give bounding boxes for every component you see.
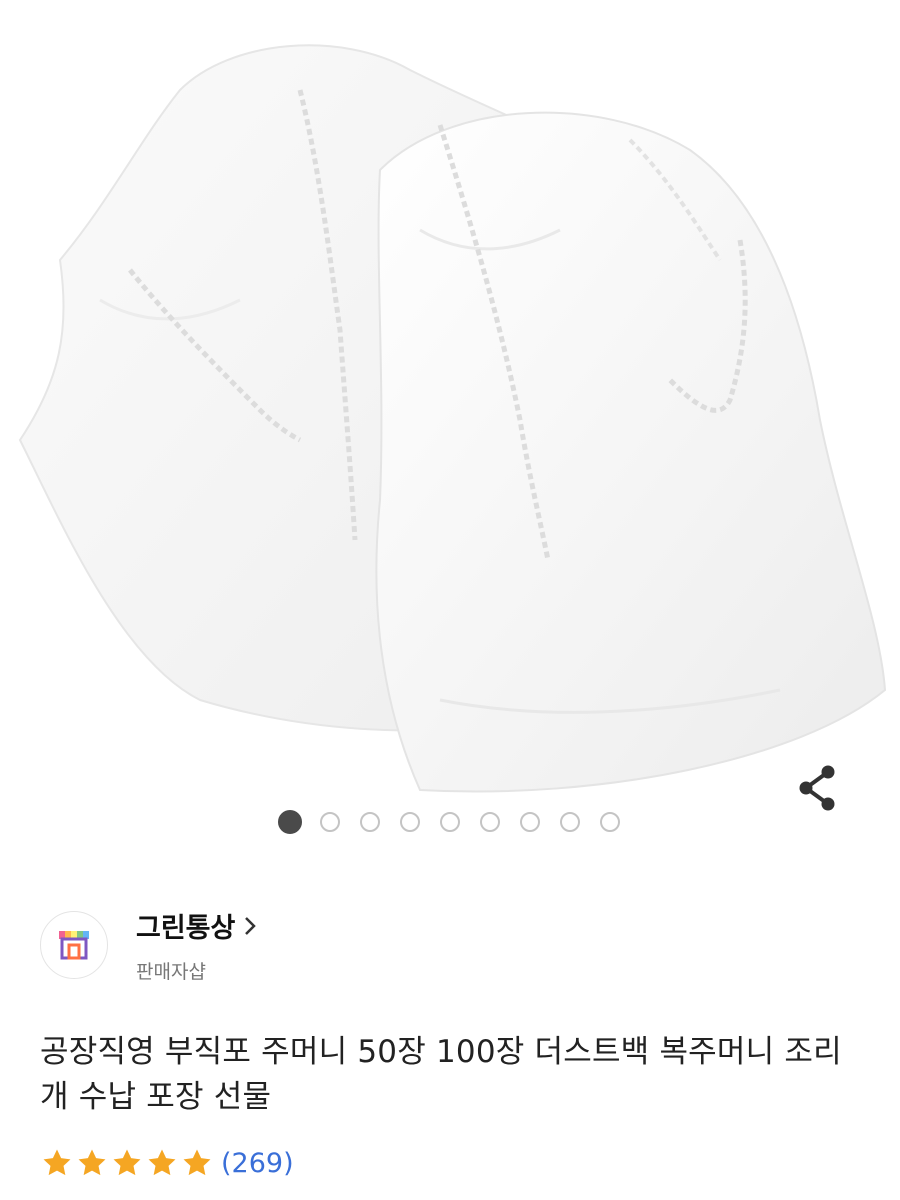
star-icon [78,1149,106,1176]
rating: (269) [40,1146,294,1180]
product-image[interactable] [0,0,900,850]
star-icon [43,1149,71,1176]
carousel-dot[interactable] [440,812,460,832]
carousel-dot[interactable] [520,812,540,832]
drawstring-pouches-illustration [18,44,887,793]
review-count-link[interactable]: (269) [221,1148,294,1179]
storefront-icon [59,931,89,960]
carousel-dot[interactable] [360,812,380,832]
star-icon [148,1149,176,1176]
star-icon [113,1149,141,1176]
carousel-dot[interactable] [278,810,302,834]
carousel-dot[interactable] [400,812,420,832]
carousel-dot[interactable] [560,812,580,832]
seller-avatar [40,911,108,979]
rating-stars [40,1146,215,1180]
carousel-dot[interactable] [320,812,340,832]
share-button[interactable] [790,760,846,816]
seller-link[interactable]: 그린통상 판매자샵 [40,900,860,990]
carousel-dot[interactable] [600,812,620,832]
seller-subtitle: 판매자샵 [136,961,206,983]
carousel-dot[interactable] [480,812,500,832]
seller-name: 그린통상 [136,913,236,944]
star-icon [183,1149,211,1176]
product-title: 공장직영 부직포 주머니 50장 100장 더스트백 복주머니 조리개 수납 포… [40,1034,842,1115]
share-icon [799,765,835,811]
chevron-right-icon [245,916,257,935]
